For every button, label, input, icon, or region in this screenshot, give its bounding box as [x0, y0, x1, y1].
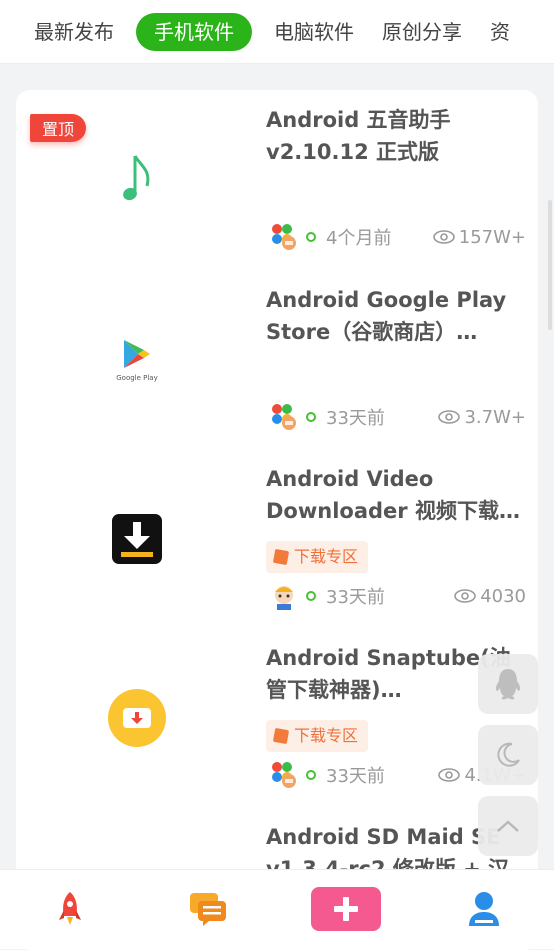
google-play-icon: Google Play [76, 310, 198, 410]
item-views: 3.7W+ [438, 407, 532, 428]
category-tabs: 最新发布 手机软件 电脑软件 原创分享 资 [0, 0, 554, 64]
list-item[interactable]: Android Video Downloader 视频下载… 下载专区 33天前… [16, 449, 538, 629]
views-count: 4030 [480, 585, 526, 607]
item-title[interactable]: Android Google Play Store（谷歌商店）… [266, 284, 528, 348]
tab-latest[interactable]: 最新发布 [20, 13, 128, 51]
item-meta: 33天前 3.7W+ [270, 402, 532, 432]
item-views: 4030 [454, 586, 532, 607]
download-zone-tag[interactable]: 下载专区 [266, 720, 369, 752]
item-time: 33天前 [326, 408, 385, 429]
eye-icon [454, 589, 476, 603]
download-box-icon [76, 489, 198, 589]
item-title[interactable]: Android Video Downloader 视频下载… [266, 463, 528, 527]
list-item[interactable]: 置顶 Android 五音助手 v2.10.12 正式版 4个月前 157W+ [16, 90, 538, 270]
list-item[interactable]: Google Play Android Google Play Store（谷歌… [16, 270, 538, 450]
avatar[interactable] [270, 403, 298, 431]
rocket-icon [59, 892, 81, 925]
item-time: 33天前 [326, 766, 385, 787]
nav-home-button[interactable] [40, 884, 100, 934]
nav-messages-button[interactable] [178, 884, 238, 934]
online-status-dot [306, 591, 316, 601]
item-meta: 4个月前 157W+ [270, 222, 532, 252]
snaptube-icon [76, 668, 198, 768]
views-count: 157W+ [458, 226, 526, 248]
nav-profile-button[interactable] [454, 884, 514, 934]
tab-mobile-software[interactable]: 手机软件 [136, 12, 252, 51]
scrollbar[interactable] [548, 200, 552, 330]
chevron-up-icon [497, 820, 519, 832]
box-icon [272, 548, 290, 566]
eye-icon [432, 230, 455, 244]
new-post-button[interactable] [311, 887, 381, 931]
eye-icon [438, 768, 461, 782]
online-status-dot [306, 232, 316, 242]
tag-label: 下载专区 [294, 726, 359, 745]
tab-original-share[interactable]: 原创分享 [368, 13, 476, 51]
box-icon [272, 727, 290, 745]
item-time: 4个月前 [326, 228, 392, 249]
item-views: 157W+ [432, 226, 532, 248]
avatar[interactable] [270, 223, 298, 251]
dark-mode-button[interactable] [478, 725, 538, 785]
back-to-top-button[interactable] [478, 796, 538, 856]
post-list: 置顶 Android 五音助手 v2.10.12 正式版 4个月前 157W+ … [16, 90, 538, 950]
music-note-icon [76, 130, 198, 230]
online-status-dot [306, 412, 316, 422]
eye-icon [438, 410, 461, 424]
tab-more[interactable]: 资 [476, 13, 524, 51]
tab-pc-software[interactable]: 电脑软件 [260, 13, 368, 51]
avatar[interactable] [270, 761, 298, 789]
item-title[interactable]: Android 五音助手 v2.10.12 正式版 [266, 104, 528, 168]
qq-penguin-icon [495, 669, 521, 700]
plus-icon [334, 897, 358, 921]
item-time: 33天前 [326, 587, 385, 608]
user-icon [469, 892, 499, 926]
list-item[interactable]: Android Snaptube(油管下载神器)… 下载专区 33天前 4.1W… [16, 628, 538, 808]
chat-icon [190, 893, 226, 926]
tag-label: 下载专区 [294, 547, 359, 566]
item-meta: 33天前 4030 [270, 581, 532, 611]
qq-button[interactable] [478, 654, 538, 714]
thumb-caption: Google Play [116, 374, 158, 382]
avatar[interactable] [270, 582, 298, 610]
moon-icon [497, 742, 520, 767]
online-status-dot [306, 770, 316, 780]
views-count: 3.7W+ [464, 406, 526, 428]
download-zone-tag[interactable]: 下载专区 [266, 541, 369, 573]
bottom-nav [0, 869, 554, 949]
